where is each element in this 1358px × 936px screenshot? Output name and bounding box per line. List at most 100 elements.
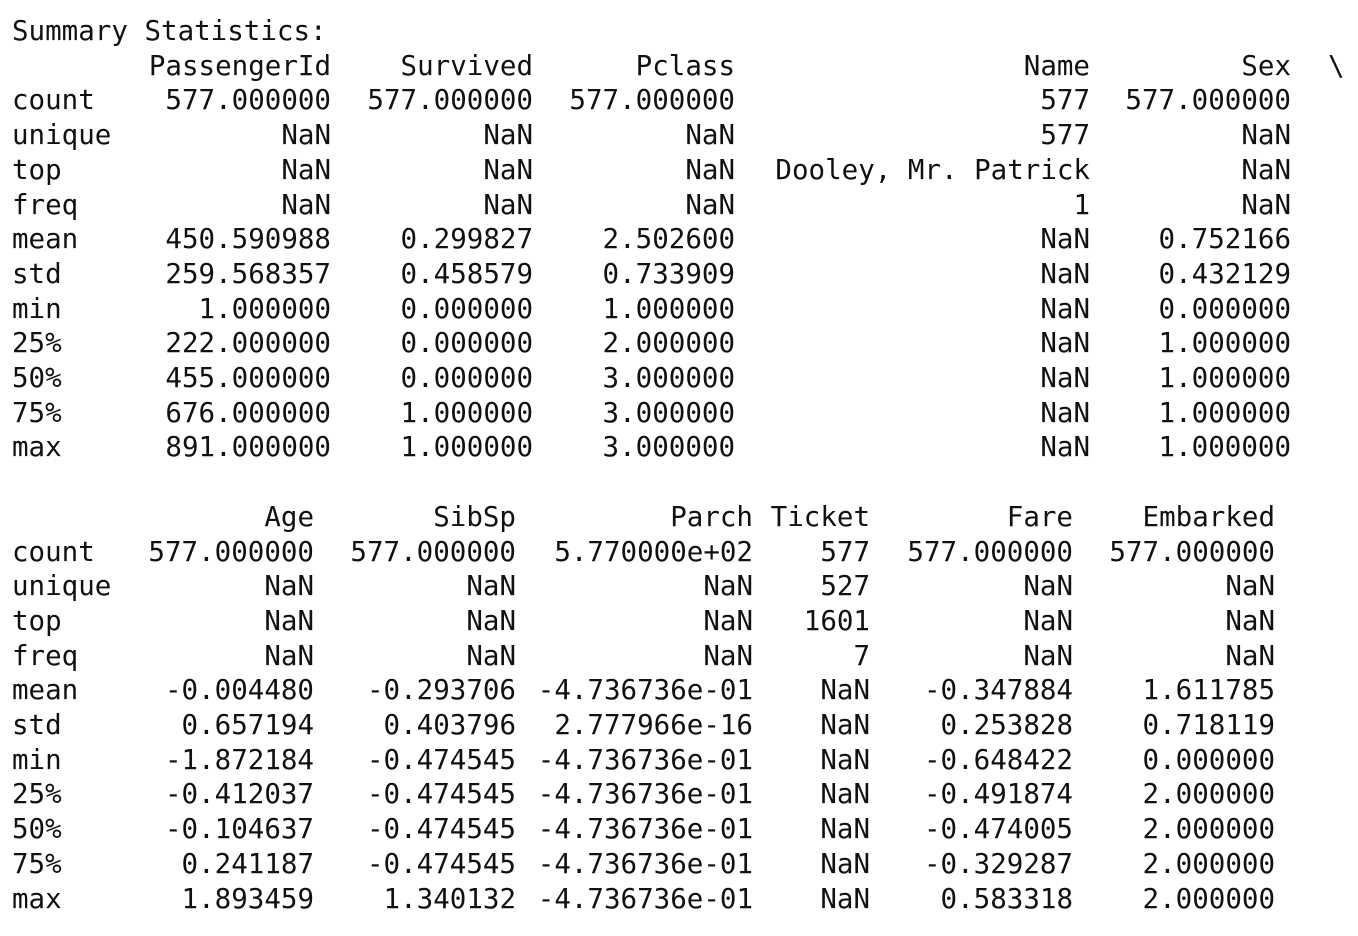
table-cell: 3.000000 [602,396,735,429]
table-cell: 0.000000 [1142,743,1275,776]
table-cell: -4.736736e-01 [537,813,753,846]
table-cell: NaN [703,604,753,637]
table-cell: NaN [1040,396,1090,429]
row-label: top [12,153,62,186]
table-cell: NaN [1241,188,1291,221]
table-cell: 676.000000 [165,396,331,429]
column-header: Embarked [1142,500,1275,533]
table-cell: -0.474545 [366,743,516,776]
table-cell: NaN [1040,223,1090,256]
table-cell: 450.590988 [165,223,331,256]
table-cell: NaN [1225,604,1275,637]
table-cell: 1.000000 [602,292,735,325]
table-cell: 2.000000 [602,327,735,360]
table-cell: NaN [1040,327,1090,360]
table-cell: 0.000000 [400,327,533,360]
table-cell: NaN [1040,431,1090,464]
table-cell: 3.000000 [602,431,735,464]
row-label: 75% [12,847,62,880]
table-row: max 891.000000 1.000000 3.000000 NaN 1.000000 [12,430,1352,465]
table-cell: 577.000000 [350,535,516,568]
column-header: Survived [400,49,533,82]
table-cell: -0.491874 [923,778,1073,811]
row-label: top [12,604,62,637]
table-cell: 577.000000 [148,535,314,568]
table-cell: 2.000000 [1142,813,1275,846]
table-cell: 0.000000 [1158,292,1291,325]
table-cell: NaN [264,570,314,603]
column-header: Fare [1006,500,1073,533]
table-cell: -4.736736e-01 [537,743,753,776]
line-continuation-marker: \ [1328,49,1345,82]
table-cell: NaN [703,639,753,672]
table-cell: NaN [483,119,533,152]
table-cell: 527 [820,570,870,603]
table-cell: 2.777966e-16 [554,709,753,741]
table-row: unique NaN NaN NaN 527 NaN NaN [12,569,1352,604]
table-row: min 1.000000 0.000000 1.000000 NaN 0.000000 [12,292,1352,327]
table-row: max 1.893459 1.340132 -4.736736e-01 NaN 0.583… [12,882,1352,917]
table-cell: 0.253828 [940,709,1073,741]
row-label: mean [12,223,79,256]
table-cell: NaN [1241,153,1291,186]
table-cell: NaN [1225,570,1275,603]
row-label: count [12,84,95,117]
table-cell: NaN [281,188,331,221]
row-label: max [12,431,62,464]
row-label: std [12,709,62,741]
table-cell: NaN [483,188,533,221]
table-cell: 0.000000 [400,362,533,394]
column-header: Pclass [635,49,735,82]
table-cell: NaN [1023,570,1073,603]
row-label: freq [12,188,79,221]
table-cell: NaN [1040,257,1090,290]
table-row: freq NaN NaN NaN 1 NaN [12,188,1352,223]
table-cell: 7 [853,639,870,672]
table-cell: 577 [1040,119,1090,152]
table-cell: NaN [820,709,870,741]
table-cell: NaN [1040,292,1090,325]
table-cell: NaN [466,604,516,637]
table-cell: NaN [281,153,331,186]
table-row: mean -0.004480 -0.293706 -4.736736e-01 NaN -0… [12,673,1352,708]
table-row: top NaN NaN NaN 1601 NaN NaN [12,604,1352,639]
table-cell: -0.648422 [923,743,1073,776]
table-cell: NaN [1225,639,1275,672]
table-cell: 1.893459 [181,882,314,915]
row-label: freq [12,639,79,672]
table-cell: 577.000000 [1125,84,1291,117]
table-row: std 0.657194 0.403796 2.777966e-16 NaN 0.2538… [12,708,1352,743]
table-cell: NaN [703,570,753,603]
table-cell: -4.736736e-01 [537,674,753,707]
table-cell: 577.000000 [907,535,1073,568]
row-label: 75% [12,396,62,429]
table-cell: NaN [1241,119,1291,152]
table-cell: 2.000000 [1142,847,1275,880]
table-cell: -0.412037 [164,778,314,811]
table-cell: 5.770000e+02 [554,535,753,568]
table-cell: -0.329287 [923,847,1073,880]
row-label: unique [12,570,112,603]
column-header: Age [264,500,314,533]
table-cell: 1 [1073,188,1090,221]
table-cell: 0.000000 [400,292,533,325]
table-cell: 577.000000 [367,84,533,117]
table-cell: NaN [820,847,870,880]
column-header: Parch [670,500,753,533]
row-label: min [12,743,62,776]
table-cell: NaN [820,778,870,811]
table-cell: NaN [685,119,735,152]
row-label: 50% [12,813,62,846]
table-cell: 0.403796 [383,709,516,741]
table-cell: 2.000000 [1142,882,1275,915]
table-cell: NaN [466,639,516,672]
table-row: count 577.000000 577.000000 577.000000 577 57… [12,83,1352,118]
table-cell: -0.474005 [923,813,1073,846]
table-cell: 577 [820,535,870,568]
table-cell: NaN [820,813,870,846]
table-cell: NaN [483,153,533,186]
table-cell: -0.104637 [164,813,314,846]
table-cell: 577 [1040,84,1090,117]
table-cell: 1.000000 [1158,362,1291,394]
table-row: 25% -0.412037 -0.474545 -4.736736e-01 NaN -0.… [12,777,1352,812]
